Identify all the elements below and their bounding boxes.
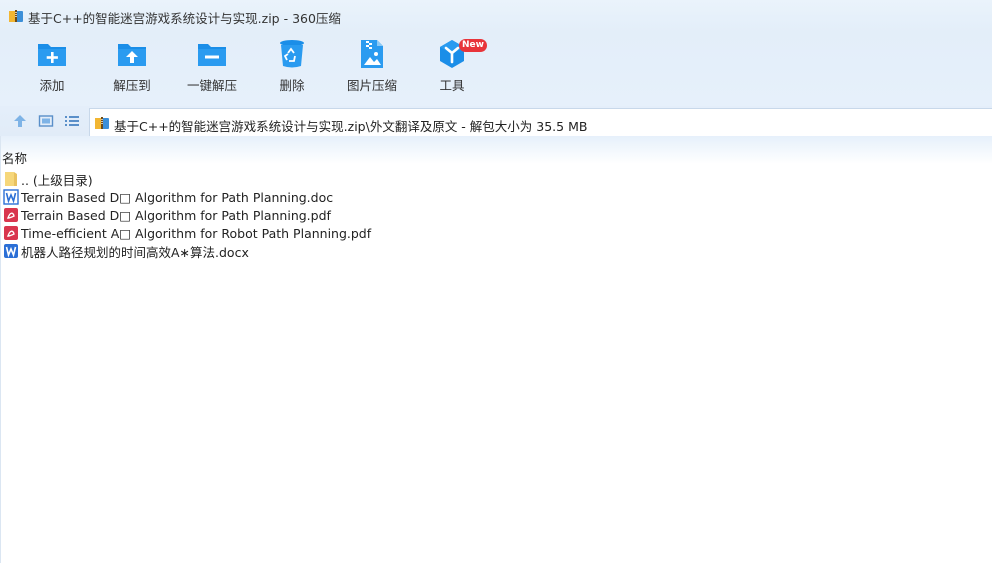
file-name: .. (上级目录): [21, 172, 93, 188]
delete-label: 删除: [279, 78, 305, 93]
thumbnail-view-icon[interactable]: [38, 113, 54, 129]
folder-icon: [5, 172, 17, 186]
add-folder-icon: [38, 44, 66, 66]
address-path: 基于C++的智能迷宫游戏系统设计与实现.zip\外文翻译及原文 - 解包大小为 …: [114, 119, 588, 134]
archive-app-icon: [9, 10, 23, 22]
up-arrow-icon[interactable]: [12, 113, 28, 129]
file-name: Time-efficient A□ Algorithm for Robot Pa…: [21, 225, 372, 241]
word-icon: [4, 244, 18, 258]
list-header: 名称: [0, 136, 992, 167]
pdf-icon: [4, 208, 18, 222]
list-view-icon[interactable]: [64, 113, 80, 129]
list-item-parent[interactable]: .. (上级目录): [3, 170, 93, 188]
list-item[interactable]: Terrain Based D□ Algorithm for Path Plan…: [3, 188, 333, 206]
tools-label: 工具: [439, 78, 465, 93]
extract-to-button[interactable]: 解压到: [92, 38, 172, 102]
window-title: 基于C++的智能迷宫游戏系统设计与实现.zip - 360压缩: [28, 11, 341, 26]
tools-button[interactable]: New 工具: [412, 38, 492, 102]
file-name: 机器人路径规划的时间高效A∗算法.docx: [21, 244, 249, 260]
file-name: Terrain Based D□ Algorithm for Path Plan…: [21, 189, 334, 205]
archive-icon: [95, 117, 109, 129]
add-button[interactable]: 添加: [12, 38, 92, 102]
recycle-bin-icon: [280, 40, 304, 68]
image-compress-button[interactable]: 图片压缩: [332, 38, 412, 102]
one-click-extract-button[interactable]: 一键解压: [172, 38, 252, 102]
image-compress-icon: [361, 40, 383, 68]
left-border: [0, 136, 1, 563]
pdf-icon: [4, 226, 18, 240]
one-click-extract-label: 一键解压: [186, 78, 237, 93]
address-row: 基于C++的智能迷宫游戏系统设计与实现.zip\外文翻译及原文 - 解包大小为 …: [0, 106, 992, 136]
one-click-extract-icon: [198, 44, 226, 66]
image-compress-label: 图片压缩: [346, 78, 397, 93]
list-item[interactable]: 机器人路径规划的时间高效A∗算法.docx: [3, 242, 249, 260]
address-bar[interactable]: 基于C++的智能迷宫游戏系统设计与实现.zip\外文翻译及原文 - 解包大小为 …: [89, 108, 992, 136]
extract-to-label: 解压到: [113, 78, 151, 93]
new-badge: New: [459, 39, 487, 52]
list-item[interactable]: Terrain Based D□ Algorithm for Path Plan…: [3, 206, 331, 224]
file-name: Terrain Based D□ Algorithm for Path Plan…: [21, 207, 331, 223]
toolbar: 添加 解压到 一键解压 删除 图片压缩 New 工具: [0, 32, 992, 106]
word-icon: [3, 189, 19, 205]
title-bar: 基于C++的智能迷宫游戏系统设计与实现.zip - 360压缩: [0, 0, 992, 32]
list-item[interactable]: Time-efficient A□ Algorithm for Robot Pa…: [3, 224, 371, 242]
add-label: 添加: [39, 78, 65, 93]
delete-button[interactable]: 删除: [252, 38, 332, 102]
extract-to-icon: [118, 44, 146, 66]
column-header-name[interactable]: 名称: [2, 148, 27, 167]
